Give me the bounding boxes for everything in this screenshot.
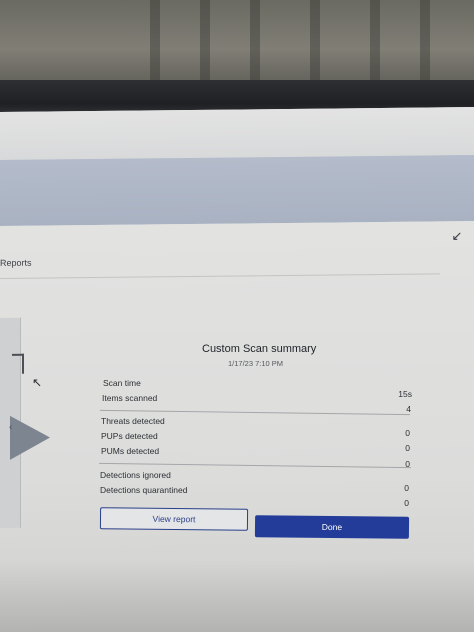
collapse-arrow-icon[interactable]: ↙ xyxy=(450,228,464,243)
items-scanned-label: Items scanned xyxy=(102,393,158,403)
photo-shadow xyxy=(0,560,474,632)
threats-detected-value: 0 xyxy=(405,428,410,438)
done-button[interactable]: Done xyxy=(254,515,410,539)
curtain-fold xyxy=(150,0,160,82)
summary-title: Custom Scan summary xyxy=(202,343,317,355)
items-scanned-value: 4 xyxy=(406,404,411,414)
view-report-button[interactable]: View report xyxy=(99,507,249,531)
background-room xyxy=(0,0,474,90)
scan-time-value: 15s xyxy=(398,389,412,399)
tab-reports[interactable]: Reports xyxy=(0,258,32,268)
laptop-screen: ↙ Reports ‹ ↖ xyxy=(0,107,474,632)
detections-ignored-label: Detections ignored xyxy=(100,470,171,480)
tab-divider xyxy=(0,273,440,279)
scan-time-label: Scan time xyxy=(103,378,141,388)
bracket-shape xyxy=(12,353,24,374)
curtain-fold xyxy=(370,0,380,82)
mouse-cursor-icon: ↖ xyxy=(32,375,43,390)
photo-stage: ↙ Reports ‹ ↖ Custom Scan summary 1/17/2… xyxy=(0,0,474,632)
summary-datetime: 1/17/23 7:10 PM xyxy=(228,359,284,368)
pums-detected-label: PUMs detected xyxy=(101,446,160,456)
window-top-bar xyxy=(0,107,474,161)
app-header-band xyxy=(0,155,474,226)
detections-quarantined-label: Detections quarantined xyxy=(100,485,188,495)
chevron-left-icon[interactable]: ‹ xyxy=(9,422,12,433)
curtain-fold xyxy=(420,0,430,82)
threats-detected-label: Threats detected xyxy=(101,416,165,426)
curtain-fold xyxy=(200,0,210,82)
curtain-fold xyxy=(310,0,320,82)
pups-detected-label: PUPs detected xyxy=(101,431,158,441)
detections-ignored-value: 0 xyxy=(404,483,409,493)
curtain-fold xyxy=(250,0,260,82)
detections-quarantined-value: 0 xyxy=(404,498,409,508)
pups-detected-value: 0 xyxy=(405,443,410,453)
illustration-shape xyxy=(10,415,50,460)
